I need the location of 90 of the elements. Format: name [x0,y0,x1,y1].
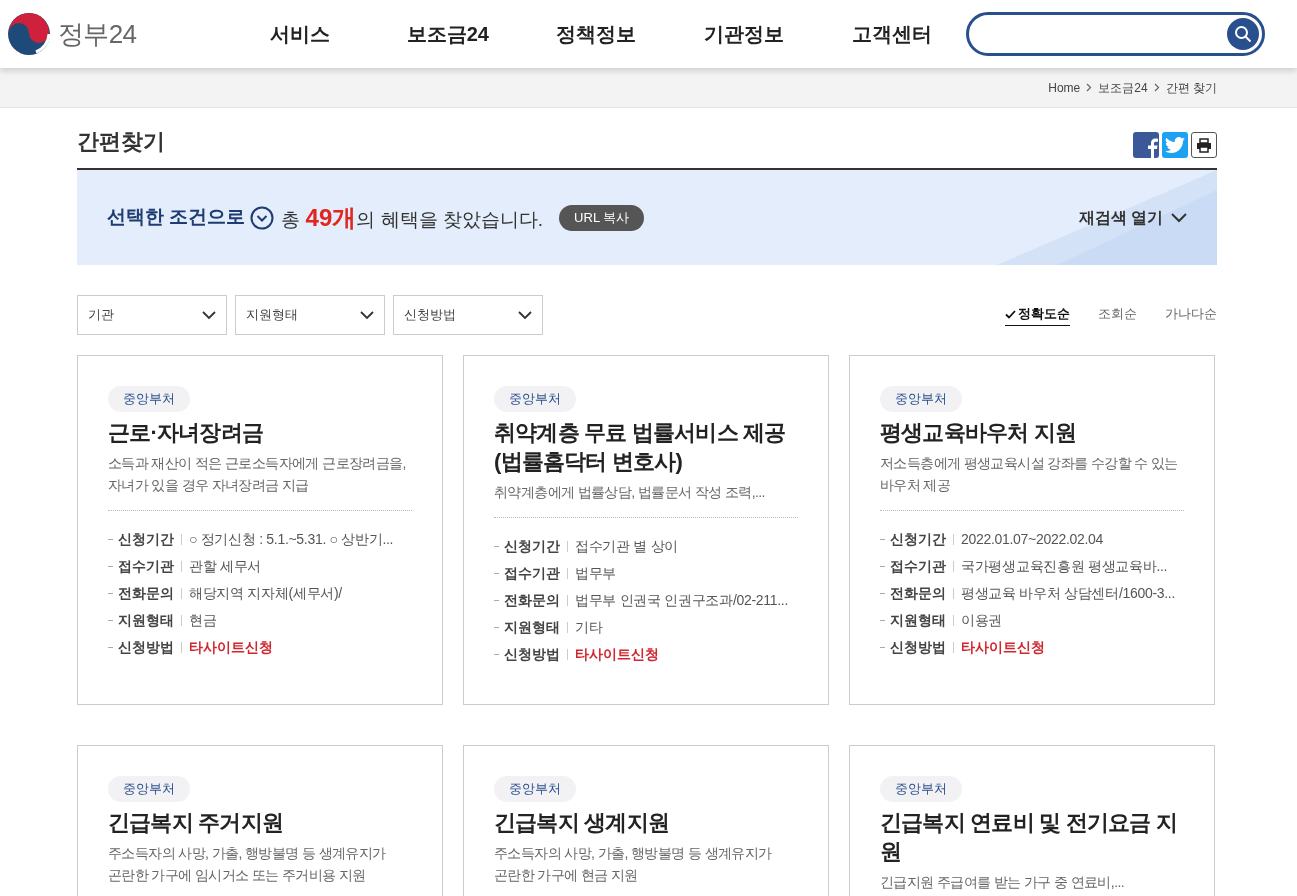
filter-dropdown[interactable]: 기관 [77,295,227,335]
category-tag: 중앙부처 [880,386,962,412]
card-description: 주소득자의 사망, 가출, 행방불명 등 생계유지가 곤란한 가구에 임시거소 또는 주거비용 지원 [108,844,387,885]
detail-value: 기타 [575,618,603,637]
bird-icon [1165,137,1185,153]
sort-option[interactable]: 정확도순 [1005,304,1070,326]
category-tag: 중앙부처 [108,776,190,802]
detail-value: 평생교육 바우처 상담센터/1600-3... [961,584,1176,603]
government-emblem-icon [6,11,52,57]
card-title[interactable]: 긴급복지 연료비 및 전기요금 지원 [880,808,1186,866]
filter-dropdown[interactable]: 신청방법 [393,295,543,335]
benefit-card[interactable]: 중앙부처 취약계층 무료 법률서비스 제공 (법률홈닥터 변호사) 취약계층에게 법률상담, 법률문서 작성 조력,... 신청기간 접수기관 별 상이 접수기관 법무부 전화문의 법무부 인권국 인권구조과/02-211... 지원형태 기타 신청방법 타사이트신청 [463,355,829,705]
nav-menu-item[interactable]: 고객센터 [817,19,966,49]
nav-menu-item[interactable]: 보조금24 [373,19,522,49]
printer-icon [1196,137,1212,153]
detail-value: 타사이트신청 [189,638,273,657]
result-count-text: 총 49개 의 혜택을 찾았습니다. [281,202,544,233]
detail-label: 접수기관 [890,557,946,576]
detail-value: 법무부 [575,564,617,583]
detail-value: 2022.01.07~2022.02.04 [961,530,1103,549]
breadcrumb-link[interactable]: 보조금24 [1098,78,1148,97]
card-title[interactable]: 취약계층 무료 법률서비스 제공 (법률홈닥터 변호사) [494,418,800,476]
card-description: 소득과 재산이 적은 근로소득자에게 근로장려금을, 자녀가 있을 경우 자녀장려금 지급 [108,454,407,495]
check-icon [1005,309,1016,319]
card-title[interactable]: 긴급복지 생계지원 [494,808,800,837]
detail-label: 신청기간 [890,530,946,549]
benefit-card[interactable]: 중앙부처 근로·자녀장려금 소득과 재산이 적은 근로소득자에게 근로장려금을, 자녀가 있을 경우 자녀장려금 지급 신청기간 ○ 정기신청 : 5.1.~5.31. ○ 상반기... 접수기관 관할 세무서 전화문의 해당지역 지자체(세무서)/ 지원형태 현금 신청방법 타사이트신청 [77,355,443,705]
detail-label: 지원형태 [118,611,174,630]
facebook-icon [1145,136,1159,158]
chevron-right-icon [1153,83,1160,92]
chevron-down-icon [202,310,216,320]
sort-option[interactable]: 조회순 [1098,304,1137,326]
detail-label: 신청방법 [504,645,560,664]
search-icon [1234,25,1252,43]
detail-value: 이용권 [961,611,1003,630]
nav-menu-item[interactable]: 서비스 [225,19,374,49]
chevron-down-icon [360,310,374,320]
facebook-share-button[interactable] [1133,132,1159,158]
category-tag: 중앙부처 [494,386,576,412]
detail-label: 신청기간 [118,530,174,549]
detail-label: 전화문의 [890,584,946,603]
breadcrumb-link[interactable]: Home [1048,78,1081,97]
detail-value: 접수기관 별 상이 [575,537,679,556]
print-button[interactable] [1191,132,1217,158]
detail-value: 해당지역 지자체(세무서)/ [189,584,342,603]
card-description: 긴급지원 주급여를 받는 가구 중 연료비,... [880,873,1125,892]
detail-value: 국가평생교육진흥원 평생교육바... [961,557,1168,576]
url-copy-button[interactable]: URL 복사 [559,204,645,231]
card-description: 주소득자의 사망, 가출, 행방불명 등 생계유지가 곤란한 가구에 현금 지원 [494,844,773,885]
detail-value: 관할 세무서 [189,557,262,576]
category-tag: 중앙부처 [880,776,962,802]
detail-label: 신청방법 [890,638,946,657]
benefit-card[interactable]: 중앙부처 긴급복지 연료비 및 전기요금 지원 긴급지원 주급여를 받는 가구 중 연료비,... [849,745,1215,896]
detail-label: 지원형태 [504,618,560,637]
detail-label: 지원형태 [890,611,946,630]
nav-menu-item[interactable]: 기관정보 [669,19,818,49]
chevron-down-icon [518,310,532,320]
card-title[interactable]: 긴급복지 주거지원 [108,808,414,837]
detail-label: 접수기관 [504,564,560,583]
card-title[interactable]: 근로·자녀장려금 [108,418,414,447]
card-description: 취약계층에게 법률상담, 법률문서 작성 조력,... [494,483,766,502]
site-logo-text[interactable]: 정부24 [58,14,137,54]
detail-value: 타사이트신청 [961,638,1045,657]
card-title[interactable]: 평생교육바우처 지원 [880,418,1186,447]
detail-label: 신청기간 [504,537,560,556]
condition-toggle[interactable]: 선택한 조건으로 [107,203,246,232]
benefit-card[interactable]: 중앙부처 긴급복지 생계지원 주소득자의 사망, 가출, 행방불명 등 생계유지가 곤란한 가구에 현금 지원 [463,745,829,896]
detail-label: 접수기관 [118,557,174,576]
category-tag: 중앙부처 [494,776,576,802]
filter-dropdown[interactable]: 지원형태 [235,295,385,335]
detail-value: 타사이트신청 [575,645,659,664]
chevron-down-icon [1171,212,1187,223]
detail-value: 법무부 인권국 인권구조과/02-211... [575,591,788,610]
nav-menu-item[interactable]: 정책정보 [521,19,670,49]
detail-label: 전화문의 [118,584,174,603]
detail-label: 전화문의 [504,591,560,610]
page-title: 간편찾기 [77,128,165,156]
chevron-right-icon [1086,83,1093,92]
detail-label: 신청방법 [118,638,174,657]
sort-option[interactable]: 가나다순 [1165,304,1217,326]
category-tag: 중앙부처 [108,386,190,412]
card-description: 저소득층에게 평생교육시설 강좌를 수강할 수 있는 바우처 제공 [880,454,1179,495]
search-field[interactable] [965,12,1265,56]
breadcrumb-link[interactable]: 간편 찾기 [1165,78,1217,97]
benefit-card[interactable]: 중앙부처 긴급복지 주거지원 주소득자의 사망, 가출, 행방불명 등 생계유지가 곤란한 가구에 임시거소 또는 주거비용 지원 [77,745,443,896]
benefit-card[interactable]: 중앙부처 평생교육바우처 지원 저소득층에게 평생교육시설 강좌를 수강할 수 있는 바우처 제공 신청기간 2022.01.07~2022.02.04 접수기관 국가평생교육진흥원 평생교육바... 전화문의 평생교육 바우처 상담센터/1600-3... 지원형태 이용권 신청방법 타사이트신청 [849,355,1215,705]
detail-value: ○ 정기신청 : 5.1.~5.31. ○ 상반기... [189,530,394,549]
search-button[interactable] [1227,18,1259,50]
detail-value: 현금 [189,611,217,630]
chevron-circle-icon[interactable] [250,205,275,230]
